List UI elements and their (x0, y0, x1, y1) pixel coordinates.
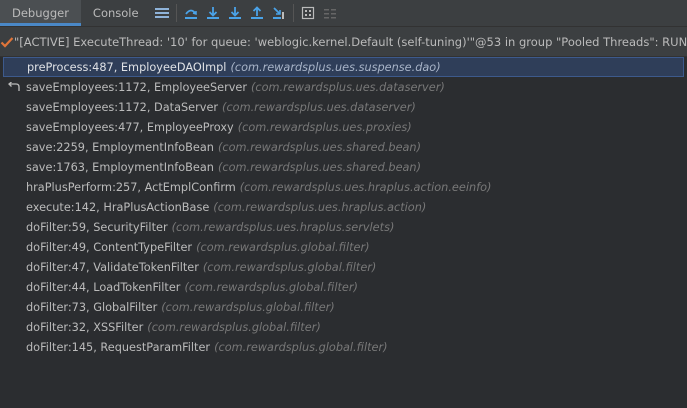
step-into-icon[interactable] (224, 0, 246, 26)
tab-debugger-label: Debugger (12, 6, 69, 20)
frame-item[interactable]: preProcess:487, EmployeeDAOImpl (com.rew… (3, 57, 684, 77)
frame-item[interactable]: doFilter:49, ContentTypeFilter (com.rewa… (0, 237, 687, 257)
frame-item[interactable]: save:1763, EmploymentInfoBean (com.rewar… (0, 157, 687, 177)
frame-method: doFilter:32, XSSFilter (26, 320, 144, 334)
toolbar-separator (175, 4, 177, 22)
frame-method: doFilter:145, RequestParamFilter (26, 340, 211, 354)
thread-selector[interactable]: "[ACTIVE] ExecuteThread: '10' for queue:… (0, 27, 687, 57)
frame-package: (com.rewardsplus.global.filter) (202, 260, 377, 274)
frame-method: doFilter:73, GlobalFilter (26, 300, 158, 314)
evaluate-expression-icon[interactable] (297, 0, 319, 26)
trace-table-icon[interactable] (319, 0, 341, 26)
toolbar-separator (292, 4, 294, 22)
step-over-icon[interactable] (202, 0, 224, 26)
frame-item[interactable]: save:2259, EmploymentInfoBean (com.rewar… (0, 137, 687, 157)
thread-status-check-icon (0, 36, 14, 48)
frame-item[interactable]: saveEmployees:1172, DataServer (com.rewa… (0, 97, 687, 117)
frame-method: saveEmployees:477, EmployeeProxy (26, 120, 234, 134)
frame-package: (com.rewardsplus.ues.dataserver) (251, 80, 445, 94)
tab-console-label: Console (92, 6, 139, 20)
frame-method: doFilter:59, SecurityFilter (26, 220, 168, 234)
drop-frame-icon[interactable] (0, 81, 26, 93)
frame-item[interactable]: saveEmployees:1172, EmployeeServer (com.… (0, 77, 687, 97)
frame-method: execute:142, HraPlusActionBase (26, 200, 210, 214)
frame-package: (com.rewardsplus.ues.hraplus.action.eein… (239, 180, 492, 194)
thread-name: "[ACTIVE] ExecuteThread: '10' for queue:… (14, 34, 687, 49)
frame-item[interactable]: doFilter:44, LoadTokenFilter (com.reward… (0, 277, 687, 297)
tab-console[interactable]: Console (81, 0, 151, 26)
frame-package: (com.rewardsplus.ues.shared.bean) (217, 160, 422, 174)
frame-item[interactable]: doFilter:73, GlobalFilter (com.rewardspl… (0, 297, 687, 317)
frame-method: doFilter:49, ContentTypeFilter (26, 240, 193, 254)
frame-package: (com.rewardsplus.ues.proxies) (237, 120, 412, 134)
frame-package: (com.rewardsplus.global.filter) (147, 320, 321, 334)
frame-method: doFilter:44, LoadTokenFilter (26, 280, 181, 294)
frame-method: preProcess:487, EmployeeDAOImpl (27, 60, 227, 74)
frame-item[interactable]: doFilter:59, SecurityFilter (com.rewards… (0, 217, 687, 237)
frame-method: hraPlusPerform:257, ActEmplConfirm (26, 180, 236, 194)
frame-package: (com.rewardsplus.global.filter) (161, 300, 335, 314)
step-out-icon[interactable] (246, 0, 268, 26)
menu-icon[interactable] (151, 0, 173, 26)
frame-method: save:1763, EmploymentInfoBean (26, 160, 214, 174)
frame-item[interactable]: doFilter:32, XSSFilter (com.rewardsplus.… (0, 317, 687, 337)
frame-method: doFilter:47, ValidateTokenFilter (26, 260, 199, 274)
frame-package: (com.rewardsplus.ues.shared.bean) (217, 140, 422, 154)
frame-package: (com.rewardsplus.ues.hraplus.servlets) (171, 220, 395, 234)
frame-package: (com.rewardsplus.ues.suspense.dao) (230, 60, 441, 74)
debugger-toolbar: Debugger Console (0, 0, 687, 27)
frame-package: (com.rewardsplus.global.filter) (196, 240, 370, 254)
frame-method: saveEmployees:1172, DataServer (26, 100, 219, 114)
frame-method: save:2259, EmploymentInfoBean (26, 140, 214, 154)
frame-method: saveEmployees:1172, EmployeeServer (26, 80, 248, 94)
frames-list: preProcess:487, EmployeeDAOImpl (com.rew… (0, 57, 687, 357)
frame-item[interactable]: doFilter:145, RequestParamFilter (com.re… (0, 337, 687, 357)
frame-item[interactable]: hraPlusPerform:257, ActEmplConfirm (com.… (0, 177, 687, 197)
run-to-cursor-icon[interactable] (268, 0, 290, 26)
tab-debugger[interactable]: Debugger (0, 0, 81, 26)
frame-package: (com.rewardsplus.global.filter) (184, 280, 358, 294)
frame-item[interactable]: doFilter:47, ValidateTokenFilter (com.re… (0, 257, 687, 277)
frame-package: (com.rewardsplus.ues.hraplus.action) (213, 200, 427, 214)
frame-item[interactable]: execute:142, HraPlusActionBase (com.rewa… (0, 197, 687, 217)
frame-package: (com.rewardsplus.global.filter) (214, 340, 388, 354)
frame-package: (com.rewardsplus.ues.dataserver) (222, 100, 416, 114)
frame-item[interactable]: saveEmployees:477, EmployeeProxy (com.re… (0, 117, 687, 137)
show-execution-point-icon[interactable] (180, 0, 202, 26)
